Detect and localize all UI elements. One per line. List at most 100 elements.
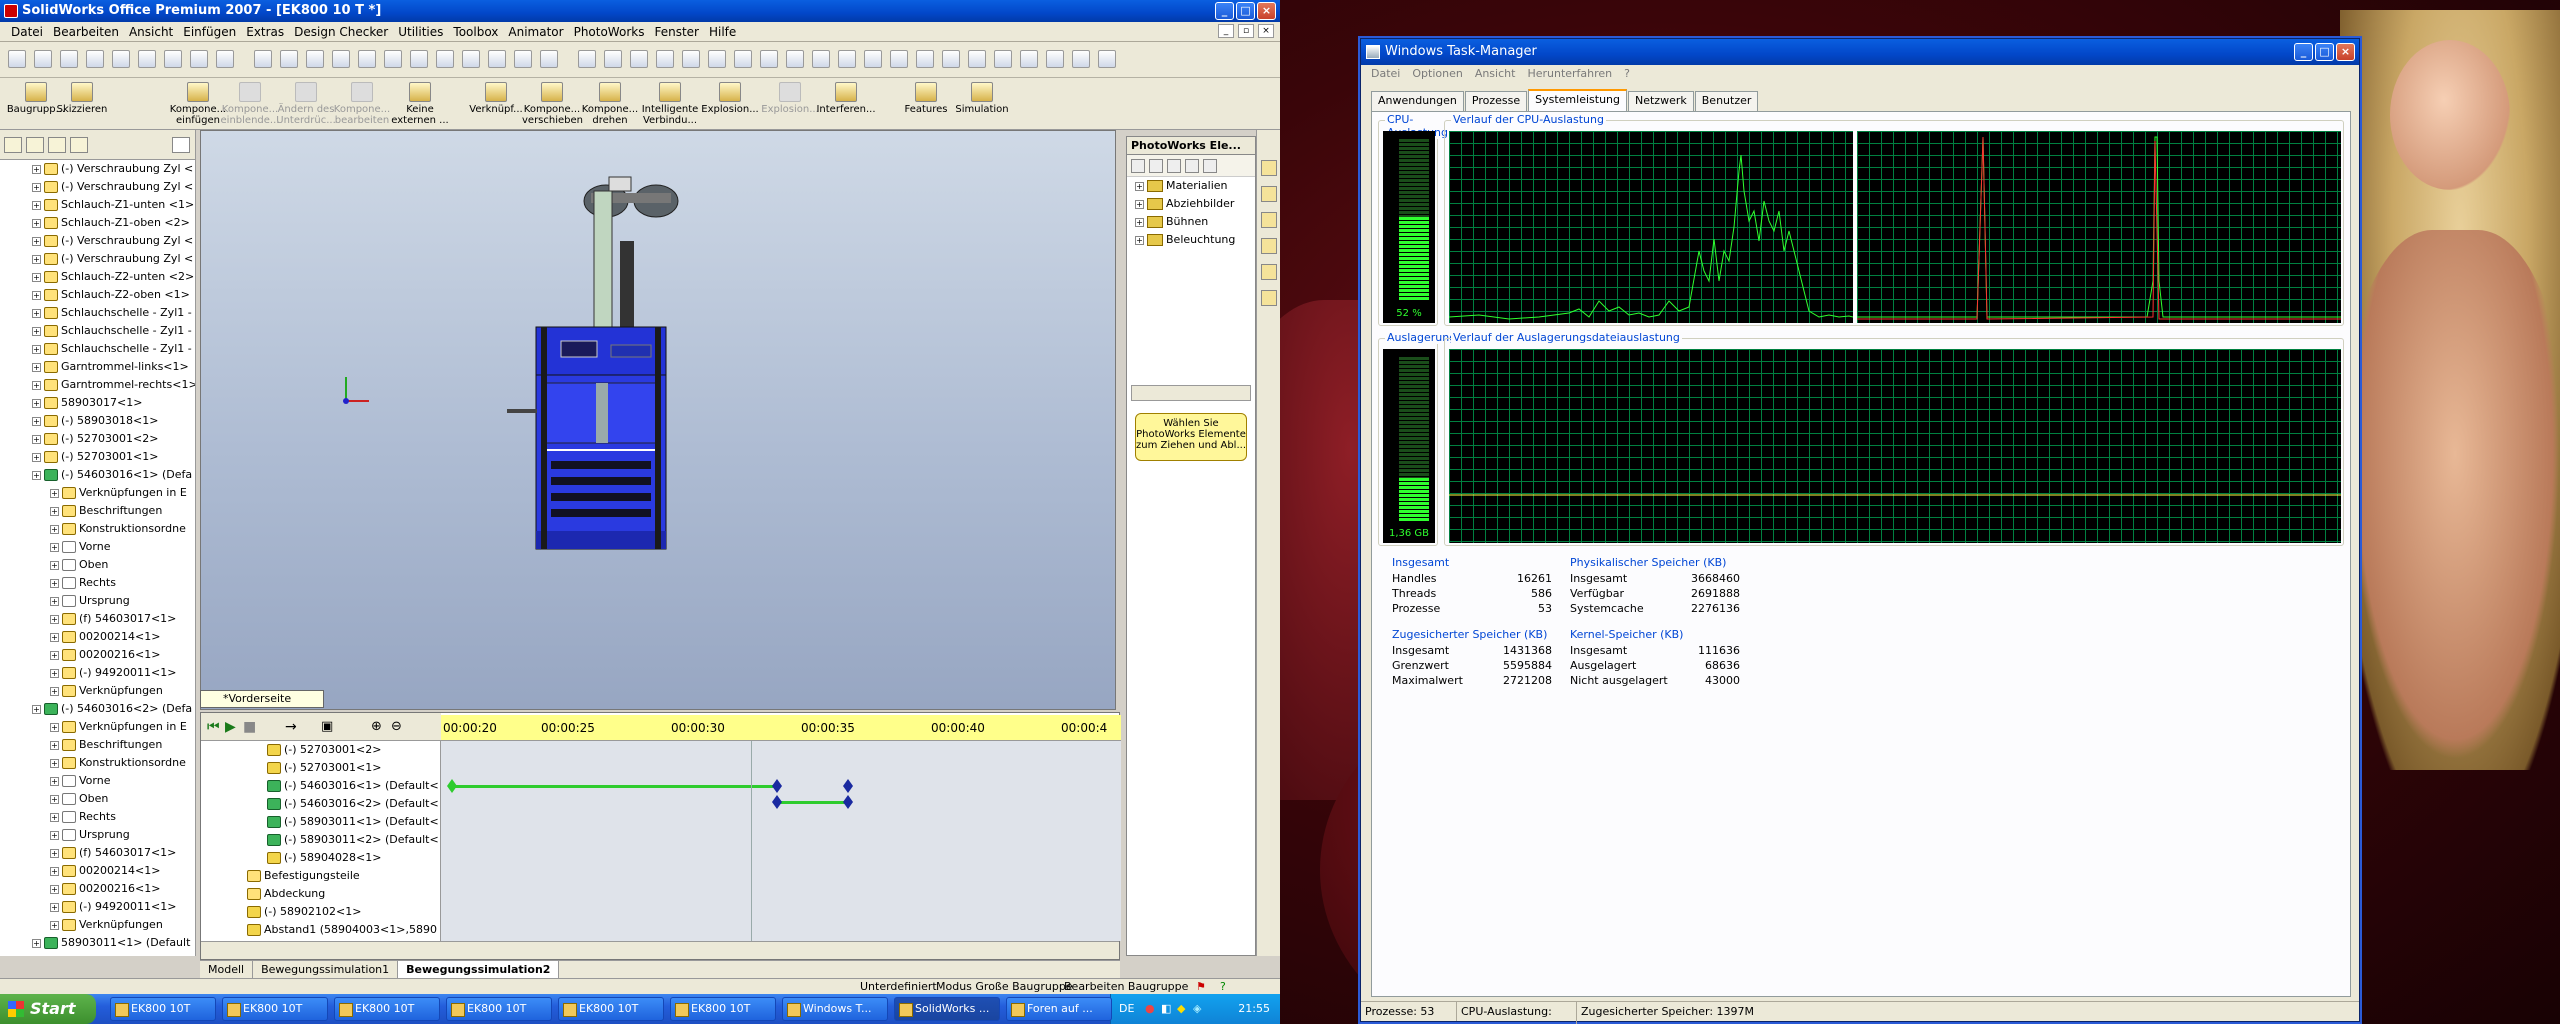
tree-item[interactable]: + Schlauchschelle - Zyl1 - [0,304,195,322]
library-icon[interactable] [1261,186,1277,202]
menu-item-bearbeiten[interactable]: Bearbeiten [48,25,124,39]
timeline-tree-item[interactable]: Abdeckung [201,885,440,903]
menu-item-toolbox[interactable]: Toolbox [448,25,503,39]
expand-icon[interactable]: + [32,362,41,372]
expand-icon[interactable]: + [32,236,41,246]
expand-icon[interactable]: + [32,434,41,444]
toolbar-icon[interactable] [216,50,234,68]
menu-item-ansicht[interactable]: Ansicht [124,25,178,39]
tree-item[interactable]: + Beschriftungen [0,736,195,754]
expand-icon[interactable]: + [32,416,41,426]
tree-item[interactable]: + Oben [0,556,195,574]
timeline-ruler[interactable]: 00:00:20 00:00:25 00:00:30 00:00:35 00:0… [441,715,1121,741]
view-orientation-label[interactable]: *Vorderseite [200,690,324,708]
play-from-start-icon[interactable]: ⏮ [207,719,220,735]
toolbar-icon[interactable] [358,50,376,68]
tree-item[interactable]: + Schlauch-Z1-oben <2> [0,214,195,232]
close-button[interactable]: × [1257,2,1276,20]
maximize-button[interactable]: □ [1236,2,1255,20]
stop-icon[interactable]: ■ [243,719,256,735]
tray-network-icon[interactable]: ◧ [1161,994,1171,1024]
toolbar-icon[interactable] [890,50,908,68]
expand-icon[interactable]: + [32,344,41,354]
expand-icon[interactable]: + [50,920,59,930]
tree-item[interactable]: + Konstruktionsordne [0,754,195,772]
toolbar-icon[interactable] [306,50,324,68]
taskbar-button[interactable]: EK800 10T [334,997,440,1021]
tree-item[interactable]: + (-) 94920011<1> [0,898,195,916]
timeline-tree-item[interactable]: (-) 54603016<1> (Default< [201,777,440,795]
expand-icon[interactable]: + [50,668,59,678]
feature-tree-tab-icon[interactable] [4,137,22,153]
photoworks-scrollbar[interactable] [1131,385,1251,401]
command-button[interactable]: Features [896,82,956,115]
appearance-icon[interactable] [1261,290,1277,306]
pw-item-abziehbilder[interactable]: + Abziehbilder [1127,195,1255,213]
menu-item-design-checker[interactable]: Design Checker [289,25,393,39]
language-indicator[interactable]: DE [1119,994,1134,1024]
tree-item[interactable]: + (-) 94920011<1> [0,664,195,682]
tree-item[interactable]: + Ursprung [0,592,195,610]
toolbar-icon[interactable] [682,50,700,68]
expand-icon[interactable]: + [50,740,59,750]
taskbar-button[interactable]: SolidWorks ... [894,997,1000,1021]
search-icon[interactable] [1203,159,1217,173]
palette-icon[interactable] [1261,264,1277,280]
tree-item[interactable]: + Konstruktionsordne [0,520,195,538]
tree-item[interactable]: + (-) Verschraubung Zyl < [0,178,195,196]
command-button[interactable]: Simulation [952,82,1012,115]
doc-minimize-icon[interactable]: _ [1218,24,1234,38]
toolbar-icon[interactable] [384,50,402,68]
tree-item[interactable]: + (-) 58903018<1> [0,412,195,430]
tree-item[interactable]: + Garntrommel-links<1> [0,358,195,376]
folder-icon[interactable] [1131,159,1145,173]
taskbar-button[interactable]: EK800 10T [558,997,664,1021]
pw-item-beleuchtung[interactable]: + Beleuchtung [1127,231,1255,249]
expand-icon[interactable]: + [1135,200,1144,209]
expand-icon[interactable]: + [32,398,41,408]
toolbar-icon[interactable] [254,50,272,68]
tab-netzwerk[interactable]: Netzwerk [1628,91,1694,111]
tree-item[interactable]: + Vorne [0,772,195,790]
menu-item-datei[interactable]: Datei [1365,65,1406,83]
timeline-tree-item[interactable]: (-) 58903011<1> (Default< [201,813,440,831]
expand-icon[interactable]: + [32,164,41,174]
clock[interactable]: 21:55 [1238,994,1270,1024]
expand-icon[interactable]: + [50,614,59,624]
taskbar-button[interactable]: EK800 10T [222,997,328,1021]
key-point-icon[interactable] [447,779,457,793]
expand-icon[interactable]: + [50,686,59,696]
command-button[interactable]: Verknüpf... [466,82,526,115]
tree-item[interactable]: + Schlauch-Z2-oben <1> [0,286,195,304]
tree-item[interactable]: + Verknüpfungen in E [0,484,195,502]
rebuild-icon[interactable]: ⚑ [1196,980,1206,994]
expand-icon[interactable]: + [50,560,59,570]
expand-icon[interactable]: + [50,524,59,534]
tree-item[interactable]: + Verknüpfungen [0,916,195,934]
tree-item[interactable]: + (f) 54603017<1> [0,844,195,862]
toolbar-icon[interactable] [734,50,752,68]
expand-icon[interactable]: + [50,578,59,588]
tree-item[interactable]: + (-) 54603016<1> (Defa [0,466,195,484]
expand-icon[interactable]: + [32,200,41,210]
timeline-tree-item[interactable]: (-) 58903011<2> (Default< [201,831,440,849]
menu-item-utilities[interactable]: Utilities [393,25,448,39]
command-button[interactable]: Kompone... drehen [580,82,640,126]
tree-item[interactable]: + Oben [0,790,195,808]
expand-icon[interactable]: + [32,380,41,390]
timeline-tree-item[interactable]: (-) 58904028<1> [201,849,440,867]
toolbar-icon[interactable] [164,50,182,68]
toolbar-icon[interactable] [138,50,156,68]
filter-icon[interactable] [1185,159,1199,173]
toolbar-icon[interactable] [190,50,208,68]
toolbar-icon[interactable] [604,50,622,68]
toolbar-icon[interactable] [86,50,104,68]
tray-app-icon[interactable]: ● [1145,994,1155,1024]
zoom-out-icon[interactable]: ⊖ [391,719,402,734]
toolbar-icon[interactable] [8,50,26,68]
tree-item[interactable]: + (-) 54603016<2> (Defa [0,700,195,718]
menu-item-photoworks[interactable]: PhotoWorks [569,25,650,39]
tab-systemleistung[interactable]: Systemleistung [1528,89,1627,111]
tree-item[interactable]: + (-) 52703001<1> [0,448,195,466]
task-manager-title-bar[interactable]: Windows Task-Manager _ □ × [1361,39,2359,65]
